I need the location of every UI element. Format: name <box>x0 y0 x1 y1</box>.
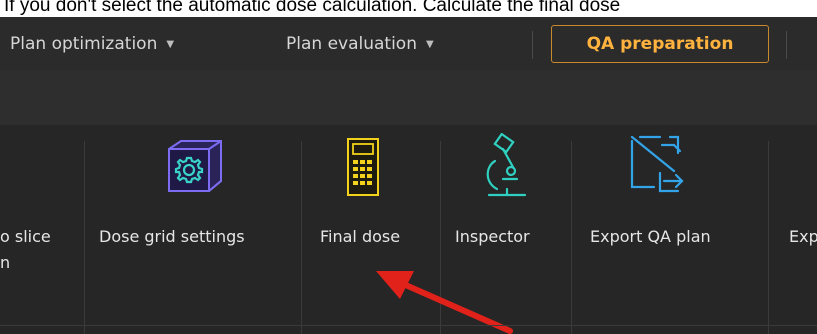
export-plan-icon <box>624 131 690 205</box>
ribbon-item-label: n <box>0 253 11 272</box>
chevron-down-icon: ▼ <box>426 39 434 50</box>
application-window: Plan optimization ▼ Plan evaluation ▼ QA p… <box>0 17 817 334</box>
toolbar-strip <box>0 70 817 125</box>
tab-divider <box>786 31 787 59</box>
ribbon-item-label: o slice <box>0 227 51 246</box>
ribbon-item-label: Export QA plan <box>590 227 711 246</box>
dose-grid-settings-button[interactable]: Dose grid settings <box>85 125 301 334</box>
tab-bar: Plan optimization ▼ Plan evaluation ▼ QA p… <box>0 17 817 70</box>
export-partial-button[interactable]: Exp <box>769 125 817 334</box>
ribbon-bottom-divider <box>0 325 817 326</box>
chevron-down-icon: ▼ <box>166 39 175 50</box>
annotation-arrow <box>370 267 520 334</box>
export-qa-plan-button[interactable]: Export QA plan <box>572 125 768 334</box>
ribbon-item-label: Final dose <box>320 227 401 246</box>
tab-qa-preparation[interactable]: QA preparation <box>551 25 769 63</box>
caption-text: If you don't select the automatic dose c… <box>0 0 817 17</box>
gear-cube-icon <box>159 135 229 205</box>
tab-divider <box>532 31 533 59</box>
tab-plan-evaluation[interactable]: Plan evaluation ▼ <box>286 26 434 63</box>
microscope-icon <box>479 133 535 205</box>
ribbon-item-label: Exp <box>789 227 817 246</box>
calculator-icon <box>344 135 384 205</box>
tab-label: Plan optimization <box>10 34 158 54</box>
ribbon-item-label: Inspector <box>455 227 530 246</box>
tab-plan-optimization[interactable]: Plan optimization ▼ <box>10 26 174 63</box>
ribbon-item-slice[interactable]: o slice n <box>0 125 84 334</box>
ribbon-panel: o slice n Dose grid settings Final dose … <box>0 125 817 334</box>
ribbon-item-label: Dose grid settings <box>99 227 245 246</box>
tab-label: Plan evaluation <box>286 34 417 54</box>
